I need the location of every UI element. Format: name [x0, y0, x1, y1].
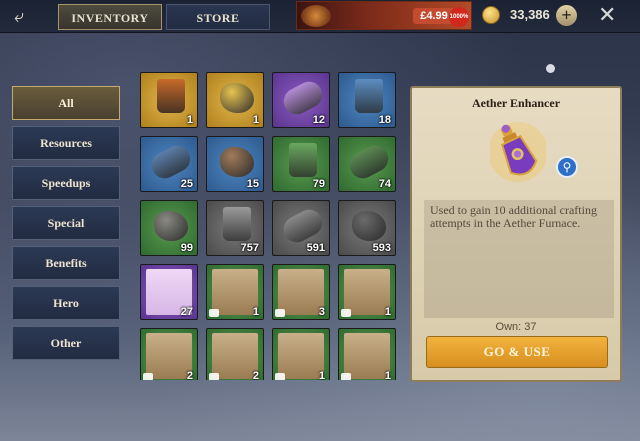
lock-icon	[209, 373, 219, 380]
ore-icon	[220, 83, 254, 113]
item-count: 12	[312, 114, 325, 126]
category-special[interactable]: Special	[12, 206, 120, 240]
offer-banner[interactable]: £4.99 1000%	[296, 1, 472, 30]
item-detail-panel: Aether Enhancer ⚲ Used to gain 10 additi…	[410, 86, 622, 382]
inventory-grid[interactable]: 1 1 12 18 25 15 79 74 99 757 591 593 27 1 3 1 2 2 1 1	[140, 72, 402, 380]
zoom-search-icon[interactable]: ⚲	[556, 156, 578, 178]
item-count: 1	[384, 370, 391, 380]
item-count: 79	[312, 178, 325, 190]
category-resources[interactable]: Resources	[12, 126, 120, 160]
inventory-item-sketch[interactable]: 2	[206, 328, 264, 380]
lock-icon	[341, 373, 351, 380]
inventory-item-roll[interactable]: 591	[272, 200, 330, 256]
inventory-item-ore[interactable]: 1	[206, 72, 264, 128]
bucket-icon	[289, 143, 317, 177]
category-benefits[interactable]: Benefits	[12, 246, 120, 280]
fabric-roll-icon	[279, 205, 327, 247]
close-icon[interactable]: ✕	[598, 3, 616, 27]
inventory-item-ore[interactable]: 15	[206, 136, 264, 192]
item-title: Aether Enhancer	[471, 96, 561, 110]
inventory-item-sketch[interactable]: 1	[206, 264, 264, 320]
decorative-dot	[546, 64, 555, 73]
add-gold-button[interactable]: +	[556, 5, 577, 26]
inventory-item-book[interactable]: 27	[140, 264, 198, 320]
bucket-icon	[223, 207, 251, 241]
aether-enhancer-icon	[490, 122, 546, 182]
sketch-scroll-icon	[212, 333, 258, 379]
inventory-item-sketch[interactable]: 1	[272, 328, 330, 380]
item-count: 25	[180, 178, 193, 190]
lock-icon	[209, 309, 219, 317]
bucket-icon	[355, 79, 383, 113]
item-count: 15	[246, 178, 259, 190]
bucket-icon	[157, 79, 185, 113]
inventory-item-sketch[interactable]: 2	[140, 328, 198, 380]
fabric-roll-icon	[345, 141, 393, 183]
category-speedups[interactable]: Speedups	[12, 166, 120, 200]
inventory-item-roll[interactable]: 12	[272, 72, 330, 128]
tab-inventory[interactable]: INVENTORY	[58, 4, 162, 30]
item-count: 1	[318, 370, 325, 380]
item-count: 757	[240, 242, 259, 254]
item-count: 591	[306, 242, 325, 254]
category-all[interactable]: All	[12, 86, 120, 120]
lock-icon	[275, 309, 285, 317]
inventory-item-sketch[interactable]: 1	[338, 328, 396, 380]
item-count: 99	[180, 242, 193, 254]
sketch-scroll-icon	[146, 333, 192, 379]
sketch-scroll-icon	[212, 269, 258, 315]
rock-icon	[154, 211, 188, 241]
inventory-item-roll[interactable]: 25	[140, 136, 198, 192]
inventory-item-rock[interactable]: 593	[338, 200, 396, 256]
fabric-roll-icon	[279, 77, 327, 119]
category-other[interactable]: Other	[12, 326, 120, 360]
inventory-item-roll[interactable]: 74	[338, 136, 396, 192]
item-count: 27	[180, 306, 193, 318]
lock-icon	[341, 309, 351, 317]
item-count: 1	[252, 306, 259, 318]
inventory-item-bucket[interactable]: 757	[206, 200, 264, 256]
offer-rider-icon	[301, 5, 331, 27]
rock-icon	[352, 211, 386, 241]
inventory-item-rock[interactable]: 99	[140, 200, 198, 256]
item-count: 593	[372, 242, 391, 254]
category-hero[interactable]: Hero	[12, 286, 120, 320]
item-count: 1	[384, 306, 391, 318]
top-bar: ⤶ INVENTORY STORE £4.99 1000% 33,386 + ✕	[0, 0, 640, 33]
tab-store[interactable]: STORE	[166, 4, 270, 30]
inventory-item-sketch[interactable]: 1	[338, 264, 396, 320]
inventory-item-bucket[interactable]: 79	[272, 136, 330, 192]
gold-amount: 33,386	[510, 7, 550, 22]
offer-value-badge: 1000%	[449, 7, 469, 27]
item-count: 3	[318, 306, 325, 318]
inventory-item-bucket[interactable]: 1	[140, 72, 198, 128]
sketch-scroll-icon	[344, 333, 390, 379]
item-count: 1	[252, 114, 259, 126]
item-count: 2	[252, 370, 259, 380]
owned-count: Own: 37	[495, 321, 537, 333]
lock-icon	[275, 373, 285, 380]
sketch-scroll-icon	[344, 269, 390, 315]
go-and-use-button[interactable]: GO & USE	[426, 336, 608, 368]
item-count: 74	[378, 178, 391, 190]
fabric-roll-icon	[147, 141, 195, 183]
gold-coin-icon	[482, 6, 500, 24]
lock-icon	[143, 373, 153, 380]
item-count: 1	[186, 114, 193, 126]
item-count: 2	[186, 370, 193, 380]
ore-icon	[220, 147, 254, 177]
sketch-scroll-icon	[278, 333, 324, 379]
sketch-scroll-icon	[278, 269, 324, 315]
inventory-item-bucket[interactable]: 18	[338, 72, 396, 128]
item-description: Used to gain 10 additional crafting atte…	[424, 200, 614, 318]
back-arrow-icon[interactable]: ⤶	[14, 7, 46, 25]
inventory-item-sketch[interactable]: 3	[272, 264, 330, 320]
item-count: 18	[378, 114, 391, 126]
